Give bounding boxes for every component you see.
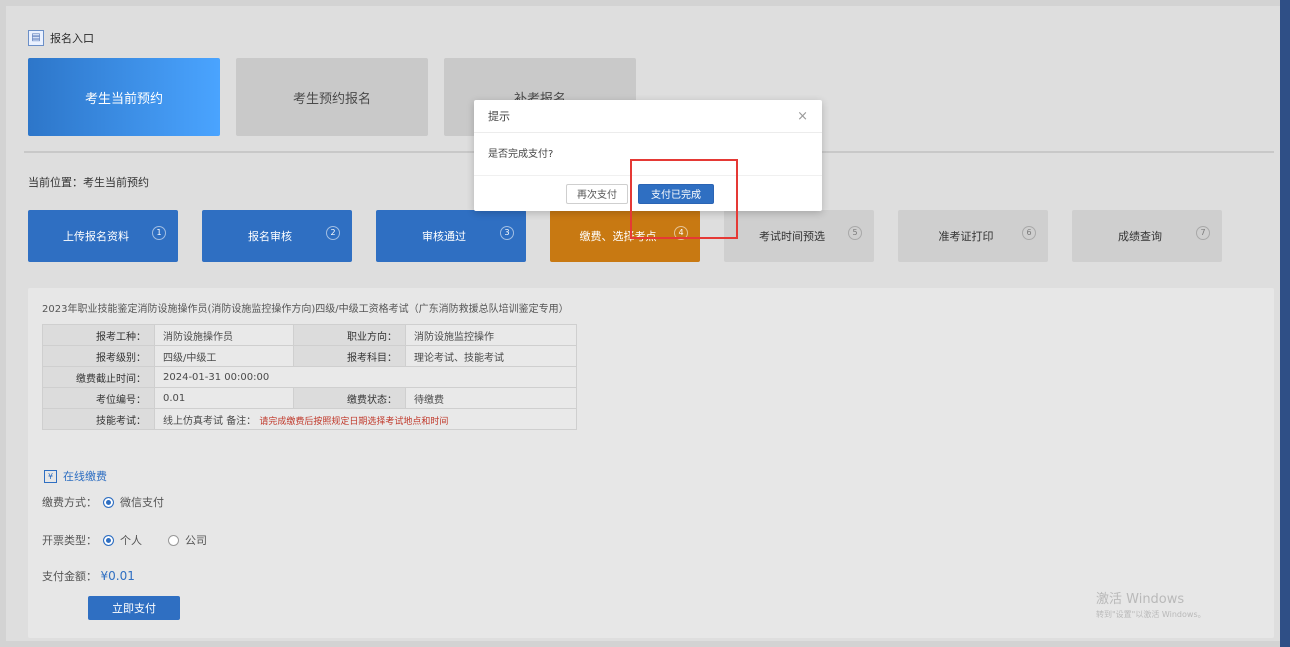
entry-title: 报名入口: [50, 32, 94, 45]
field-label: 职业方向：: [293, 324, 407, 346]
step-score-query[interactable]: 成绩查询 7: [1072, 210, 1222, 262]
company-option-label: 公司: [185, 534, 207, 547]
step-number: 5: [848, 226, 862, 240]
info-table: 报考工种： 消防设施操作员 职业方向： 消防设施监控操作 报考级别： 四级/中级…: [42, 324, 577, 430]
payment-icon: ¥: [44, 469, 57, 483]
note-text: 请完成缴费后按照规定日期选择考试地点和时间: [259, 416, 449, 427]
field-value: 四级/中级工: [153, 345, 295, 367]
step-number: 1: [152, 226, 166, 240]
close-icon[interactable]: ×: [797, 109, 808, 124]
step-label: 审核通过: [422, 230, 466, 243]
dialog-header: 提示 ×: [474, 100, 822, 133]
personal-option-label: 个人: [120, 534, 142, 547]
table-row: 考位编号： 0.01 缴费状态： 待缴费: [42, 387, 577, 409]
dialog-footer: 再次支付 支付已完成: [474, 175, 822, 211]
watermark-sub: 转到"设置"以激活 Windows。: [1096, 610, 1206, 619]
field-label: 缴费状态：: [293, 387, 407, 409]
radio-wechat[interactable]: [103, 496, 114, 508]
wechat-option-label: 微信支付: [120, 496, 164, 509]
field-label: 报考工种：: [42, 324, 155, 346]
windows-activation-watermark: 激活 Windows 转到"设置"以激活 Windows。: [1096, 588, 1206, 620]
field-value: 理论考试、技能考试: [405, 345, 577, 367]
pay-method-row: 缴费方式： 微信支付: [42, 494, 164, 510]
step-label: 报名审核: [248, 230, 292, 243]
field-value: 线上仿真考试 备注： 请完成缴费后按照规定日期选择考试地点和时间: [154, 408, 577, 430]
online-pay-label: 在线缴费: [63, 470, 107, 483]
breadcrumb: 当前位置：考生当前预约: [28, 176, 149, 189]
field-value: 消防设施操作员: [153, 324, 295, 346]
card-booking-signup[interactable]: 考生预约报名: [236, 58, 428, 136]
online-pay-heading: ¥ 在线缴费: [44, 468, 107, 484]
step-review[interactable]: 报名审核 2: [202, 210, 352, 262]
step-label: 上传报名资料: [63, 230, 129, 243]
step-label: 缴费、选择考点: [579, 230, 657, 243]
field-value: 0.01: [153, 387, 295, 409]
amount-label: 支付金额：: [42, 570, 97, 583]
dialog-title: 提示: [488, 110, 510, 123]
pay-again-button[interactable]: 再次支付: [566, 183, 628, 204]
step-payment[interactable]: 缴费、选择考点 4: [550, 210, 700, 262]
step-number: 2: [326, 226, 340, 240]
field-label: 缴费截止时间：: [42, 366, 155, 388]
step-ticket-print[interactable]: 准考证打印 6: [898, 210, 1048, 262]
field-value: 消防设施监控操作: [405, 324, 577, 346]
step-number: 6: [1022, 226, 1036, 240]
amount-value: ¥0.01: [100, 569, 135, 583]
radio-personal[interactable]: [103, 534, 114, 546]
radio-company[interactable]: [168, 534, 179, 546]
step-number: 7: [1196, 226, 1210, 240]
field-label: 考位编号：: [42, 387, 155, 409]
step-number: 3: [500, 226, 514, 240]
step-upload[interactable]: 上传报名资料 1: [28, 210, 178, 262]
confirm-dialog: 提示 × 是否完成支付? 再次支付 支付已完成: [474, 100, 822, 211]
table-row: 技能考试： 线上仿真考试 备注： 请完成缴费后按照规定日期选择考试地点和时间: [42, 408, 577, 430]
payment-done-button[interactable]: 支付已完成: [638, 183, 714, 204]
field-label: 技能考试：: [42, 408, 155, 430]
right-edge-bar: [1280, 0, 1290, 647]
card-label: 考生当前预约: [84, 91, 163, 107]
card-label: 考生预约报名: [292, 91, 371, 107]
field-label: 报考科目：: [293, 345, 407, 367]
field-value: 2024-01-31 00:00:00: [154, 366, 577, 388]
content-panel: 2023年职业技能鉴定消防设施操作员(消防设施监控操作方向)四级/中级工资格考试…: [28, 288, 1274, 638]
step-label: 考试时间预选: [759, 230, 825, 243]
invoice-type-label: 开票类型：: [42, 534, 97, 547]
table-row: 报考级别： 四级/中级工 报考科目： 理论考试、技能考试: [42, 345, 577, 367]
step-number: 4: [674, 226, 688, 240]
progress-steps: 上传报名资料 1 报名审核 2 审核通过 3 缴费、选择考点 4 考试时间预选 5 准考证…: [28, 210, 1222, 262]
watermark-title: 激活 Windows: [1096, 592, 1185, 607]
field-value: 待缴费: [405, 387, 577, 409]
step-time-select[interactable]: 考试时间预选 5: [724, 210, 874, 262]
step-label: 成绩查询: [1118, 230, 1162, 243]
header: ▤ 报名入口: [28, 24, 1278, 52]
skill-exam-type: 线上仿真考试: [163, 415, 223, 427]
table-row: 缴费截止时间： 2024-01-31 00:00:00: [42, 366, 577, 388]
note-label: 备注：: [226, 415, 257, 427]
pay-now-button[interactable]: 立即支付: [88, 596, 180, 620]
dialog-message: 是否完成支付?: [488, 149, 554, 160]
invoice-type-row: 开票类型： 个人 公司: [42, 532, 207, 548]
entry-icon: ▤: [28, 30, 44, 46]
step-approved[interactable]: 审核通过 3: [376, 210, 526, 262]
step-label: 准考证打印: [938, 230, 994, 243]
card-current-booking[interactable]: 考生当前预约: [28, 58, 220, 136]
field-label: 报考级别：: [42, 345, 155, 367]
pay-amount: 支付金额： ¥0.01: [42, 568, 135, 584]
pay-method-label: 缴费方式：: [42, 496, 97, 509]
table-row: 报考工种： 消防设施操作员 职业方向： 消防设施监控操作: [42, 324, 577, 346]
course-title: 2023年职业技能鉴定消防设施操作员(消防设施监控操作方向)四级/中级工资格考试…: [42, 304, 569, 315]
